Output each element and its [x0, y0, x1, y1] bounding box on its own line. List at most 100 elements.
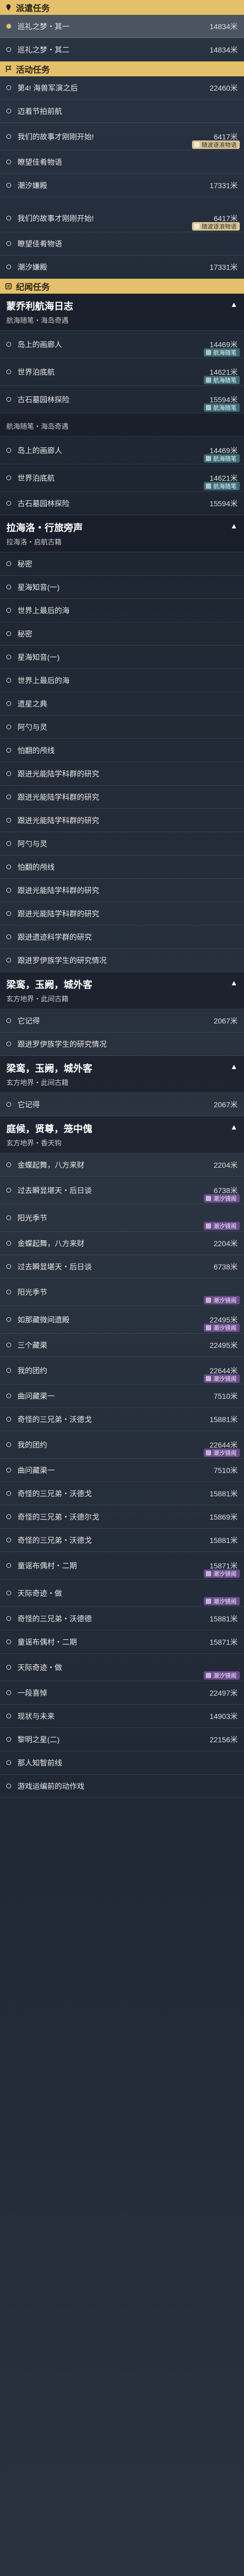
quest-row[interactable]: 怕翻的颅线 [0, 855, 244, 879]
quest-name: 世界泊底航 [18, 367, 55, 376]
quest-row[interactable]: 世界泊底航 14621米 航海随笔 [0, 358, 244, 386]
quest-row[interactable]: 一段喜悼 22497米 [0, 1681, 244, 1705]
quest-row[interactable]: 阳光季节 潮汐镜阁 [0, 1204, 244, 1232]
quest-row[interactable]: 世界泊底航 14621米 航海随笔 [0, 464, 244, 492]
quest-status-icon [6, 655, 11, 659]
section-header[interactable]: 活动任务 [0, 61, 244, 76]
quest-row[interactable]: 跟进罗伊族学生的研究情况 [0, 1033, 244, 1056]
quest-name: 天际奇迹・做 [18, 1589, 62, 1598]
quest-group-header[interactable]: ▲ 庭候，贤尊，笼中傀 玄方地界・香天钩 [0, 1116, 244, 1153]
quest-row[interactable]: 三个藏渠 22495米 [0, 1334, 244, 1357]
quest-group-subtitle: 航海随笔・海岛奇遇 [6, 316, 69, 324]
quest-name: 岛上的画廊人 [18, 340, 62, 349]
quest-status-icon [6, 1317, 11, 1322]
quest-group-header[interactable]: ▲ 梁鸾，玉阙，城外客 玄方地界・此间古籍 [0, 972, 244, 1009]
quest-row[interactable]: 奇怪的三兄弟・沃德戈 15881米 [0, 1482, 244, 1505]
quest-row[interactable]: 怕翻的颅线 [0, 739, 244, 762]
quest-row[interactable]: 跟进光能陆学科群的研究 [0, 879, 244, 902]
quest-row[interactable]: 金蝶起舞，八方来财 2204米 [0, 1153, 244, 1177]
quest-status-icon [6, 85, 11, 90]
quest-row[interactable]: 童谣布偶村・二期 15871米 潮汐镜阁 [0, 1552, 244, 1580]
quest-group-title: 拉海洛・行旅旁声 [6, 523, 83, 533]
quest-row[interactable]: 迈着节拍前航 [0, 100, 244, 123]
quest-name: 奇怪的三兄弟・沃德戈 [18, 1489, 92, 1498]
quest-status-icon [6, 1393, 11, 1398]
quest-row[interactable]: 童谣布偶村・二期 15871米 [0, 1630, 244, 1654]
quest-row[interactable]: 遗星之典 [0, 692, 244, 716]
quest-row[interactable]: 第4! 海兽军演之后 22460米 [0, 76, 244, 100]
quest-row[interactable]: 阿勺与灵 [0, 832, 244, 855]
quest-row[interactable]: 奇怪的三兄弟・沃德戈 15881米 [0, 1529, 244, 1552]
quest-status-icon [6, 1188, 11, 1193]
quest-row[interactable]: 过去瞬显堪天・后日谈 6738米 潮汐镜阁 [0, 1177, 244, 1204]
quest-group-header[interactable]: ▲ 蒙乔利航海日志 航海随笔・海岛奇遇 [0, 294, 244, 331]
quest-name: 金蝶起舞，八方来财 [18, 1160, 84, 1169]
quest-row[interactable]: 星海知音(一) [0, 576, 244, 599]
quest-row[interactable]: 阳光季节 潮汐镜阁 [0, 1278, 244, 1306]
quest-row[interactable]: 它记得 2067米 [0, 1009, 244, 1033]
chevron-up-icon[interactable]: ▲ [230, 522, 238, 530]
quest-row[interactable]: 古石墓园林探险 15594米 [0, 492, 244, 515]
chevron-up-icon[interactable]: ▲ [230, 300, 238, 308]
quest-row[interactable]: 跟进光能陆学科群的研究 [0, 902, 244, 925]
quest-row[interactable]: 我们的故事才刚刚开始! 6417米 随波逐浪物语 [0, 123, 244, 151]
quest-row[interactable]: 潮汐嫌殿 17331米 [0, 255, 244, 279]
quest-row[interactable]: 岛上的画廊人 14469米 航海随笔 [0, 437, 244, 464]
quest-row[interactable]: 它记得 2067米 [0, 1093, 244, 1116]
tag-icon [206, 1673, 211, 1678]
quest-row[interactable]: 奇怪的三兄弟・沃德戈 15881米 [0, 1408, 244, 1431]
quest-row[interactable]: 巡礼之梦・其二 14834米 [0, 38, 244, 61]
quest-row[interactable]: 跟进罗伊族学生的研究情况 [0, 949, 244, 972]
section-header[interactable]: 派遣任务 [0, 0, 244, 15]
quest-row[interactable]: 瞭望佳肴物语 [0, 232, 244, 255]
quest-row[interactable]: 曲问藏渠一 7510米 [0, 1459, 244, 1482]
quest-row[interactable]: 如那藏微间遗殿 22495米 潮汐镜阁 [0, 1306, 244, 1334]
quest-row[interactable]: 跟进光能陆学科群的研究 [0, 809, 244, 832]
quest-row[interactable]: 跟进遗迹科学群的研究 [0, 925, 244, 949]
quest-row[interactable]: 奇怪的三兄弟・沃德德 15881米 [0, 1607, 244, 1630]
quest-row[interactable]: 过去瞬显堪天・后日谈 6738米 [0, 1255, 244, 1278]
quest-distance: 2204米 [213, 1160, 238, 1169]
quest-row[interactable]: 曲问藏渠一 7510米 [0, 1384, 244, 1408]
quest-row[interactable]: 岛上的画廊人 14469米 航海随笔 [0, 331, 244, 358]
quest-tag-badge: 潮汐镜阁 [204, 1374, 240, 1383]
quest-row[interactable]: 跟进光能陆学科群的研究 [0, 762, 244, 786]
quest-row[interactable]: 黎明之星(二) 22156米 [0, 1728, 244, 1751]
quest-row[interactable]: 秘密 [0, 622, 244, 646]
tag-icon [206, 1571, 211, 1576]
quest-name: 世界泊底航 [18, 473, 55, 482]
quest-row[interactable]: 金蝶起舞，八方来财 2204米 [0, 1232, 244, 1255]
quest-row[interactable]: 世界上最后的海 [0, 599, 244, 622]
chevron-up-icon[interactable]: ▲ [230, 1123, 238, 1131]
section-header[interactable]: 纪闻任务 [0, 279, 244, 294]
quest-row[interactable]: 古石墓园林探险 15594米 航海随笔 [0, 386, 244, 413]
quest-group-header[interactable]: ▲ 拉海洛・行旅旁声 拉海洛・启航古籍 [0, 515, 244, 552]
quest-row[interactable]: 天际奇迹・做 潮汐镜阁 [0, 1654, 244, 1681]
quest-group-header[interactable]: ▲ 梁鸾，玉阙，城外客 玄方地界・此间古籍 [0, 1056, 244, 1093]
quest-row[interactable]: 我们的故事才刚刚开始! 6417米 随波逐浪物语 [0, 205, 244, 232]
tag-icon [206, 1450, 211, 1455]
quest-row[interactable]: 游戏运编前的动作戏 [0, 1775, 244, 1798]
quest-row[interactable]: 我的团约 22644米 潮汐镜阁 [0, 1357, 244, 1384]
quest-row[interactable]: 巡礼之梦・其一 14834米 [0, 15, 244, 38]
quest-status-icon [6, 585, 11, 589]
quest-row[interactable]: 潮汐嫌殿 17331米 [0, 174, 244, 197]
quest-row[interactable]: 秘密 [0, 552, 244, 576]
quest-row[interactable]: 星海知音(一) [0, 646, 244, 669]
quest-row[interactable]: 世界上最后的海 [0, 669, 244, 692]
quest-name: 潮汐嫌殿 [18, 262, 47, 271]
quest-row[interactable]: 阿勺与灵 [0, 716, 244, 739]
chevron-up-icon[interactable]: ▲ [230, 1062, 238, 1071]
quest-row[interactable]: 瞭望佳肴物语 [0, 151, 244, 174]
quest-status-icon [6, 748, 11, 753]
quest-row[interactable]: 现状与未来 14903米 [0, 1705, 244, 1728]
quest-name: 阿勺与灵 [18, 839, 47, 848]
quest-row[interactable]: 那人知智前线 [0, 1751, 244, 1775]
quest-row[interactable]: 天际奇迹・做 潮汐镜阁 [0, 1580, 244, 1607]
quest-row[interactable]: 跟进光能陆学科群的研究 [0, 786, 244, 809]
quest-group-header[interactable]: 航海随笔・海岛奇遇 [0, 413, 244, 437]
tag-icon [206, 456, 211, 461]
chevron-up-icon[interactable]: ▲ [230, 978, 238, 987]
quest-row[interactable]: 我的团约 22644米 潮汐镜阁 [0, 1431, 244, 1459]
quest-row[interactable]: 奇怪的三兄弟・沃德尔戈 15869米 [0, 1505, 244, 1529]
